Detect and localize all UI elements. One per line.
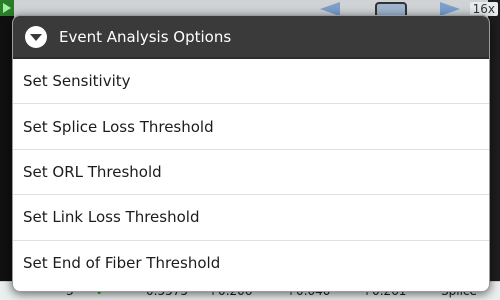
menu-item-label: Set Sensitivity xyxy=(23,72,131,91)
menu-item-set-link-loss-threshold[interactable]: Set Link Loss Threshold xyxy=(13,195,489,241)
arrow-left-icon[interactable] xyxy=(320,2,340,16)
zoom-level: 16x xyxy=(469,2,498,16)
dialog-header: Event Analysis Options xyxy=(13,16,489,59)
menu-item-label: Set ORL Threshold xyxy=(23,162,162,181)
arrow-right-icon[interactable] xyxy=(440,2,460,16)
menu-item-label: Set Splice Loss Threshold xyxy=(23,117,214,136)
play-icon[interactable] xyxy=(0,0,14,16)
menu-item-set-orl-threshold[interactable]: Set ORL Threshold xyxy=(13,150,489,196)
options-menu: Set Sensitivity Set Splice Loss Threshol… xyxy=(13,59,489,286)
event-analysis-options-dialog: Event Analysis Options Set Sensitivity S… xyxy=(12,15,490,292)
menu-item-set-splice-loss-threshold[interactable]: Set Splice Loss Threshold xyxy=(13,104,489,150)
menu-item-set-sensitivity[interactable]: Set Sensitivity xyxy=(13,59,489,105)
chevron-down-circle-icon xyxy=(25,25,47,48)
menu-item-set-end-of-fiber-threshold[interactable]: Set End of Fiber Threshold xyxy=(13,241,489,286)
dialog-title: Event Analysis Options xyxy=(59,27,232,46)
menu-item-label: Set End of Fiber Threshold xyxy=(23,254,221,273)
menu-item-label: Set Link Loss Threshold xyxy=(23,208,200,227)
